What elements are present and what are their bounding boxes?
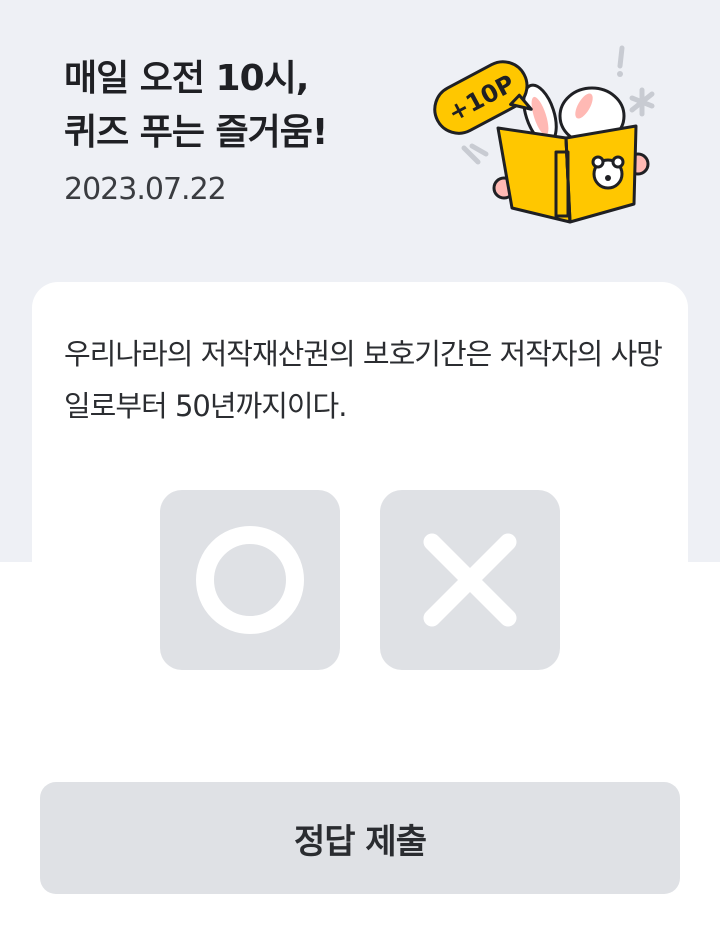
circle-o-icon	[196, 526, 304, 634]
submit-answer-button[interactable]: 정답 제출	[40, 782, 680, 894]
title-line-1: 매일 오전 10시,	[64, 58, 309, 99]
book-icon	[496, 124, 638, 224]
cross-x-icon	[423, 533, 517, 627]
title-line-2: 퀴즈 푸는 즐거움!	[64, 112, 328, 153]
rabbit-reading-book-illustration: +10P	[433, 45, 655, 224]
answer-x-button[interactable]	[380, 490, 560, 670]
page-title: 매일 오전 10시, 퀴즈 푸는 즐거움!	[64, 52, 328, 160]
quiz-question: 우리나라의 저작재산권의 보호기간은 저작자의 사망일로부터 50년까지이다.	[64, 337, 663, 423]
answer-o-button[interactable]	[160, 490, 340, 670]
quiz-date: 2023.07.22	[64, 172, 227, 207]
quiz-card: 우리나라의 저작재산권의 보호기간은 저작자의 사망일로부터 50년까지이다.	[32, 282, 688, 702]
